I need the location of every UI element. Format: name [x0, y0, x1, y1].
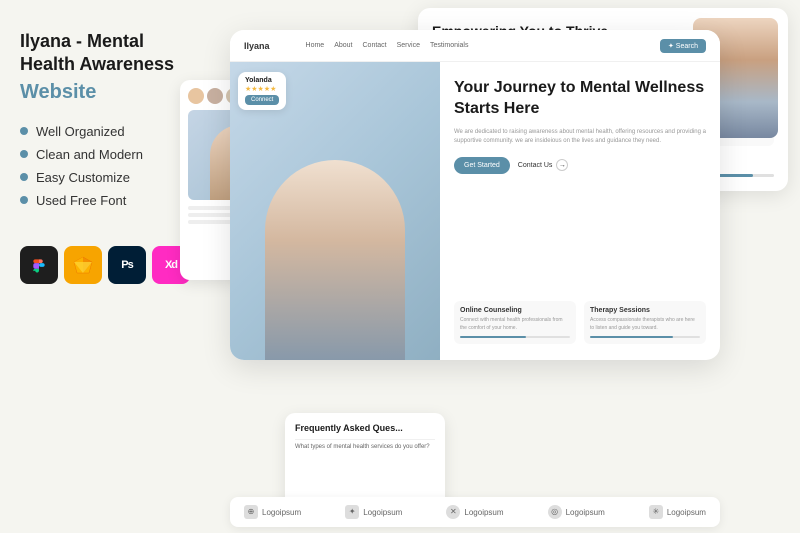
logo-1: ⊕ Logoipsum — [244, 505, 301, 519]
service-card-2: Therapy Sessions Access compassionate th… — [584, 301, 706, 344]
logo-5: ✳ Logoipsum — [649, 505, 706, 519]
faq-title: Frequently Asked Ques... — [295, 423, 435, 433]
nav-search-btn[interactable]: ✦ Search — [660, 39, 706, 53]
figma-icon — [20, 246, 58, 284]
logo-icon-5: ✳ — [649, 505, 663, 519]
hero-description: We are dedicated to raising awareness ab… — [454, 128, 706, 147]
arrow-icon: → — [556, 159, 568, 171]
nav-links: Home About Contact Service Testimonials — [306, 42, 644, 49]
tool-icons: Ps Xd — [20, 246, 200, 284]
sc-text-1: Connect with mental health professionals… — [460, 317, 570, 332]
sc-title-2: Therapy Sessions — [590, 307, 700, 314]
photoshop-icon: Ps — [108, 246, 146, 284]
feature-item-3: Easy Customize — [20, 170, 200, 185]
sc-text-2: Access compassionate therapists who are … — [590, 317, 700, 332]
nav-about[interactable]: About — [334, 42, 352, 49]
hero-image-area: Yolanda ★★★★★ Connect — [230, 62, 440, 360]
testimonial-stars: ★★★★★ — [245, 85, 279, 93]
get-started-btn[interactable]: Get Started — [454, 157, 510, 174]
feature-item-1: Well Organized — [20, 124, 200, 139]
avatar-1 — [188, 88, 204, 104]
hero-buttons: Get Started Contact Us → — [454, 157, 706, 174]
contact-us-btn[interactable]: Contact Us → — [518, 159, 569, 171]
logo-icon-2: ✦ — [345, 505, 359, 519]
bullet-2 — [20, 150, 28, 158]
website-content: Yolanda ★★★★★ Connect Your Journey to Me… — [230, 62, 720, 360]
sketch-icon — [64, 246, 102, 284]
faq-item-1: What types of mental health services do … — [295, 444, 435, 450]
sc-fill-2 — [590, 336, 673, 338]
features-list: Well Organized Clean and Modern Easy Cus… — [20, 124, 200, 216]
sc-fill-1 — [460, 336, 526, 338]
logo-icon-1: ⊕ — [244, 505, 258, 519]
bullet-4 — [20, 196, 28, 204]
logo-2: ✦ Logoipsum — [345, 505, 402, 519]
nav-testimonials[interactable]: Testimonials — [430, 42, 469, 49]
nav-home[interactable]: Home — [306, 42, 325, 49]
bullet-1 — [20, 127, 28, 135]
bullet-3 — [20, 173, 28, 181]
hero-text-area: Your Journey to Mental Wellness Starts H… — [440, 62, 720, 360]
nav-logo: Ilyana — [244, 41, 270, 51]
logo-icon-3: ✕ — [446, 505, 460, 519]
logo-3: ✕ Logoipsum — [446, 505, 503, 519]
product-title: Ilyana - Mental Health Awareness — [20, 30, 200, 77]
logo-4: ◎ Logoipsum — [548, 505, 605, 519]
logo-icon-4: ◎ — [548, 505, 562, 519]
preview-area: Empowering You to Thrive, Mentally and E… — [210, 0, 800, 533]
hero-person — [265, 160, 405, 360]
nav-service[interactable]: Service — [397, 42, 420, 49]
nav-contact[interactable]: Contact — [363, 42, 387, 49]
hero-title: Your Journey to Mental Wellness Starts H… — [454, 78, 706, 120]
testimonial-badge: Yolanda ★★★★★ Connect — [238, 72, 286, 110]
feature-item-2: Clean and Modern — [20, 147, 200, 162]
logos-strip: ⊕ Logoipsum ✦ Logoipsum ✕ Logoipsum ◎ Lo… — [230, 497, 720, 527]
service-card-1: Online Counseling Connect with mental he… — [454, 301, 576, 344]
sc-bar-1 — [460, 336, 570, 338]
avatar-2 — [207, 88, 223, 104]
feature-item-4: Used Free Font — [20, 193, 200, 208]
website-nav: Ilyana Home About Contact Service Testim… — [230, 30, 720, 62]
main-website-card: Ilyana Home About Contact Service Testim… — [230, 30, 720, 360]
product-subtitle: Website — [20, 81, 200, 104]
faq-divider — [295, 439, 435, 440]
services-row: Online Counseling Connect with mental he… — [454, 301, 706, 344]
connect-btn[interactable]: Connect — [245, 95, 279, 105]
sc-bar-2 — [590, 336, 700, 338]
sc-title-1: Online Counseling — [460, 307, 570, 314]
testimonial-name: Yolanda — [245, 77, 279, 84]
